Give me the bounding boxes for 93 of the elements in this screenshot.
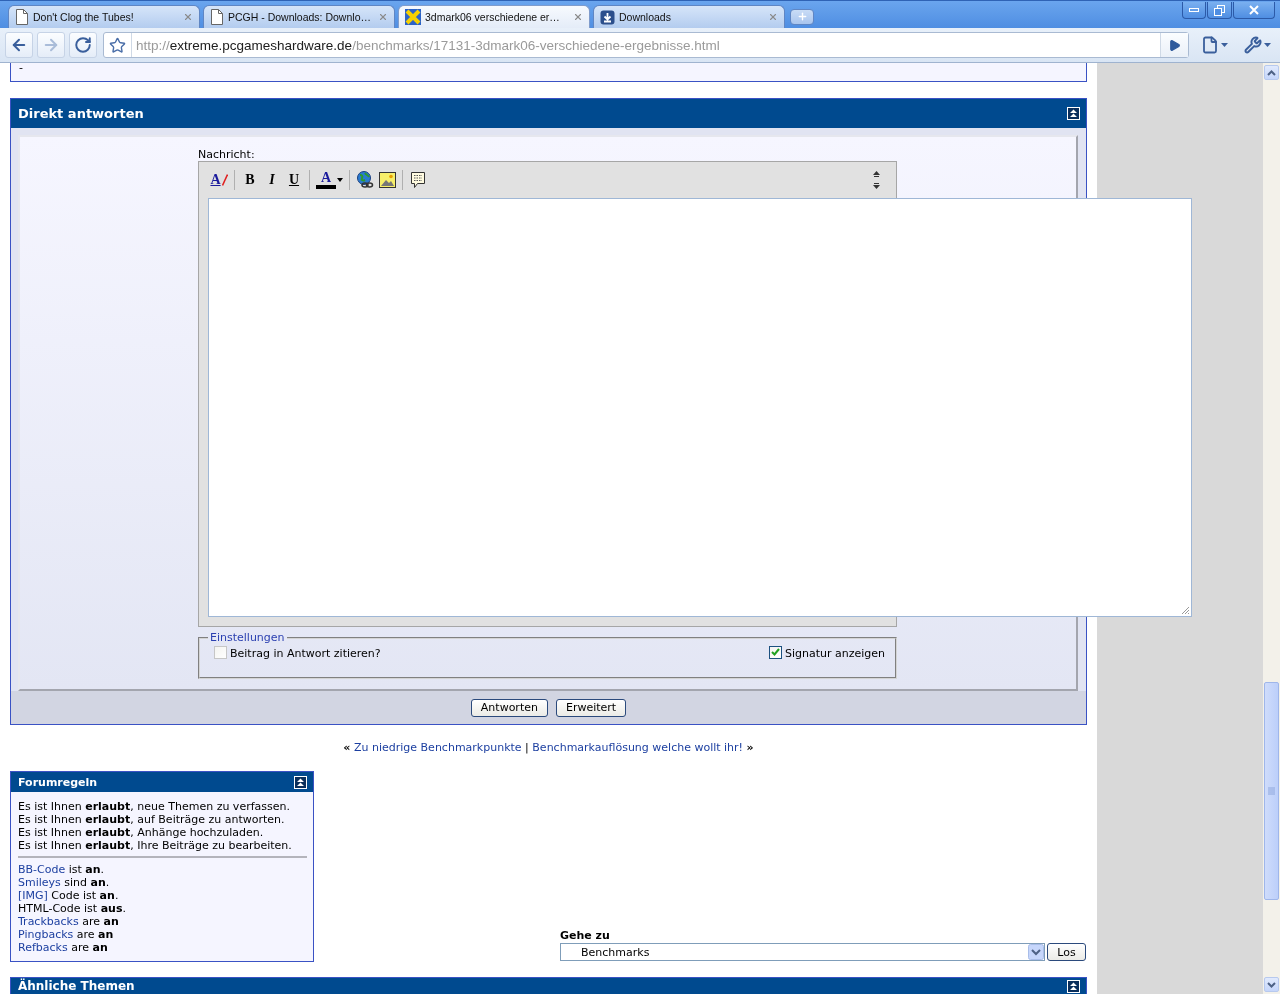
resize-arrows-icon[interactable] — [873, 171, 880, 189]
panel-title: Direkt antworten — [18, 106, 144, 121]
browser-tab[interactable]: Downloads — [593, 5, 785, 28]
minimize-icon — [1189, 8, 1199, 12]
restore-button[interactable] — [1207, 2, 1232, 19]
plus-icon — [796, 11, 808, 22]
message-field[interactable] — [208, 198, 1192, 617]
chevron-up-icon — [1267, 69, 1276, 76]
browser-tab[interactable]: 3dmark06 verschiedene er… — [398, 5, 590, 28]
collapse-icon[interactable] — [294, 775, 307, 789]
scroll-down-button[interactable] — [1264, 977, 1279, 992]
close-icon[interactable] — [573, 12, 583, 22]
globe-link-icon — [356, 171, 374, 189]
setting-text: Pingbacks are an — [18, 928, 115, 941]
permission-text: Es ist Ihnen erlaubt, neue Themen zu verfassen. — [18, 800, 291, 813]
font-color-button[interactable]: A — [314, 169, 345, 191]
form-button[interactable]: Erweitert — [555, 698, 627, 717]
setting-text: Smileys sind an. — [18, 876, 111, 889]
rules-title: Forumregeln — [18, 775, 98, 789]
permission-text: Es ist Ihnen erlaubt, auf Beiträge zu antworten. — [18, 813, 286, 826]
reload-button[interactable] — [69, 32, 97, 58]
close-icon[interactable] — [768, 12, 778, 22]
back-icon — [10, 36, 28, 54]
setting-text: BB-Code ist an. — [18, 863, 106, 876]
form-button[interactable]: Antworten — [470, 698, 548, 717]
speech-bubble-icon — [410, 171, 426, 189]
chevron-down-icon — [1267, 981, 1276, 988]
italic-button[interactable]: I — [261, 169, 283, 191]
check-icon — [770, 648, 780, 656]
permission-text: Es ist Ihnen erlaubt, Ihre Beiträge zu bearbeiten. — [18, 839, 293, 852]
caret-icon — [337, 178, 343, 182]
download-icon — [600, 9, 615, 25]
resize-grip-icon[interactable] — [1181, 606, 1190, 615]
setting-link[interactable]: Refbacks — [18, 941, 68, 954]
new-tab-button[interactable] — [790, 8, 814, 25]
restore-icon — [1214, 4, 1225, 16]
message-label: Nachricht: — [198, 148, 256, 161]
star-icon[interactable] — [109, 36, 126, 54]
setting-link[interactable]: Pingbacks — [18, 928, 74, 941]
setting-link[interactable]: Trackbacks — [18, 915, 79, 928]
color-swatch-icon — [316, 185, 336, 189]
panel-title: Ähnliche Themen — [18, 980, 135, 992]
thread-navigation: « Zu niedrige Benchmarkpunkte | Benchmarkauflösung welche wollt ihr! » — [342, 741, 755, 755]
goto-label: Gehe zu — [560, 929, 611, 942]
image-icon — [378, 172, 396, 188]
settings-legend: Einstellungen — [208, 631, 287, 644]
checkbox[interactable] — [768, 645, 782, 659]
document-icon — [1201, 36, 1219, 54]
document-icon — [15, 9, 29, 25]
close-icon[interactable] — [183, 12, 193, 22]
cross-logo-icon — [405, 9, 421, 25]
insert-link-button[interactable] — [354, 169, 376, 191]
close-icon — [1249, 5, 1259, 15]
reload-icon — [74, 36, 92, 54]
document-icon — [210, 9, 224, 25]
close-button[interactable] — [1233, 2, 1275, 19]
next-thread-link[interactable]: Benchmarkauflösung welche wollt ihr! — [532, 741, 744, 754]
previous-thread-link[interactable]: Zu niedrige Benchmarkpunkte — [353, 741, 522, 754]
caret-icon — [1221, 43, 1228, 47]
underline-button[interactable]: U — [283, 169, 305, 191]
setting-text: [IMG] Code ist an. — [18, 889, 120, 902]
setting-text: Trackbacks are an — [18, 915, 120, 928]
scrollbar[interactable] — [1263, 63, 1280, 994]
scroll-up-button[interactable] — [1264, 65, 1279, 80]
forum-select[interactable]: Benchmarks — [560, 943, 1045, 961]
permission-text: Es ist Ihnen erlaubt, Anhänge hochzuladen. — [18, 826, 265, 839]
back-button[interactable] — [5, 32, 33, 58]
browser-tab[interactable]: Don't Clog the Tubes! — [8, 5, 200, 28]
insert-image-button[interactable] — [376, 169, 398, 191]
address-field[interactable]: http://extreme.pcgameshardware.de/benchmarks/17131-3dmark06-verschiedene-ergebnisse.html — [103, 32, 1189, 58]
go-button[interactable]: Los — [1047, 943, 1086, 961]
setting-text: Refbacks are an — [18, 941, 109, 954]
browser-tab[interactable]: PCGH - Downloads: Downlo… — [203, 5, 395, 28]
setting-link[interactable]: BB-Code — [18, 863, 66, 876]
setting-link[interactable]: Smileys — [18, 876, 61, 889]
minimize-button[interactable] — [1182, 2, 1206, 19]
caret-icon — [1264, 43, 1271, 47]
option-label[interactable]: Beitrag in Antwort zitieren? — [230, 647, 381, 660]
collapse-icon[interactable] — [1067, 107, 1080, 120]
option-label[interactable]: Signatur anzeigen — [784, 647, 885, 660]
post-text: - — [19, 63, 23, 74]
wrench-icon — [1244, 36, 1262, 54]
setting-text: HTML-Code ist aus. — [18, 902, 127, 915]
strike-icon — [221, 174, 228, 186]
grip-icon — [1268, 787, 1275, 795]
close-icon[interactable] — [378, 12, 388, 22]
scrollbar-thumb[interactable] — [1264, 682, 1279, 900]
go-icon[interactable] — [1168, 38, 1181, 52]
forward-icon — [42, 36, 60, 54]
collapse-icon[interactable] — [1067, 980, 1080, 993]
remove-format-button[interactable]: A — [208, 169, 230, 191]
setting-link[interactable]: [IMG] — [18, 889, 48, 902]
bold-button[interactable]: B — [239, 169, 261, 191]
